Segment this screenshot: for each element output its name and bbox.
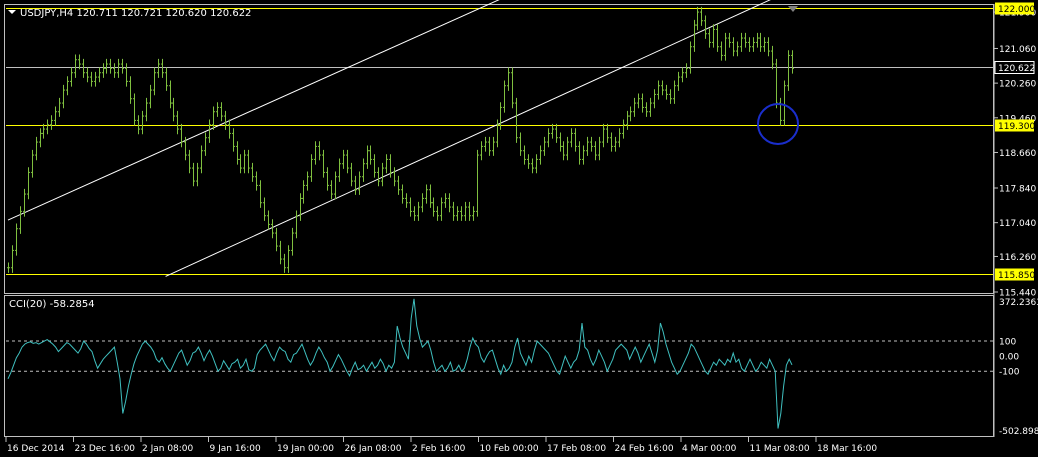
xtick-label: 2 Feb 16:00 [412, 444, 466, 454]
xtick-label: 4 Mar 00:00 [682, 444, 737, 454]
cci-ytick-label: 100 [999, 338, 1016, 348]
cci-ytick-label: -100 [999, 368, 1020, 378]
price-ytick-label: 117.040 [999, 219, 1036, 229]
cci-panel-header: CCI(20) -58.2854 [9, 299, 95, 310]
price-panel-frame [4, 4, 994, 294]
xtick-label: 17 Feb 08:00 [547, 444, 606, 454]
price-ytick-label: 118.660 [999, 149, 1036, 159]
xtick-label: 26 Jan 08:00 [345, 444, 402, 454]
cci-panel-frame [4, 295, 994, 437]
xtick-label: 11 Mar 08:00 [750, 444, 810, 454]
xtick-label: 9 Jan 16:00 [210, 444, 262, 454]
level-tag-1: 120.622 [998, 64, 1035, 74]
xtick-label: 10 Feb 00:00 [480, 444, 539, 454]
xtick-label: 19 Jan 00:00 [277, 444, 334, 454]
cci-ytick-label: 372.2363 [999, 298, 1038, 308]
price-panel-header: USDJPY,H4 120.711 120.721 120.620 120.62… [20, 8, 251, 19]
price-ytick-label: 117.840 [999, 185, 1036, 195]
level-tag-3: 115.850 [998, 271, 1035, 281]
price-ytick-label: 120.260 [999, 80, 1036, 90]
xtick-label: 2 Jan 08:00 [142, 444, 194, 454]
price-ytick-label: 116.260 [999, 253, 1036, 263]
price-ytick-label: 121.060 [999, 45, 1036, 55]
level-tag-0: 122.000 [998, 5, 1035, 15]
cci-ytick-label: 0.00 [999, 353, 1019, 363]
cci-ytick-label: -502.8983 [999, 427, 1038, 437]
chart: 121.900121.060120.260119.460118.660117.8… [4, 0, 1038, 454]
xtick-label: 23 Dec 16:00 [75, 444, 136, 454]
level-tag-2: 119.300 [998, 122, 1035, 132]
xtick-label: 18 Mar 16:00 [817, 444, 877, 454]
xtick-label: 24 Feb 16:00 [615, 444, 674, 454]
price-ytick-label: 115.440 [999, 289, 1036, 299]
xtick-label: 16 Dec 2014 [7, 444, 65, 454]
